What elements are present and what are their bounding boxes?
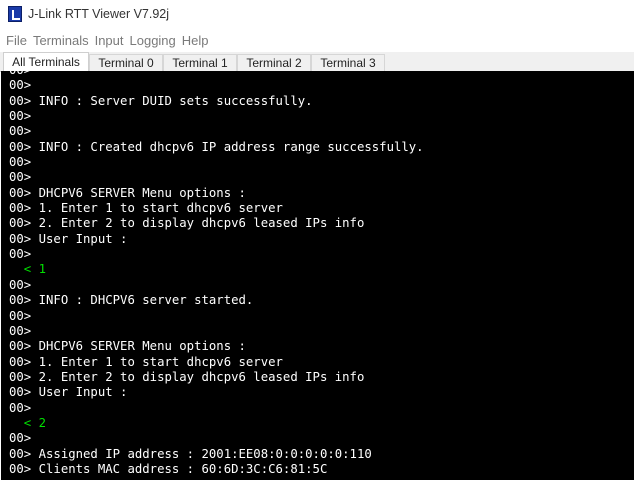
window-title: J-Link RTT Viewer V7.92j (28, 7, 170, 21)
terminal-lines: 00>00>00> INFO : Server DUID sets succes… (9, 71, 424, 477)
menu-terminals[interactable]: Terminals (33, 33, 89, 48)
title-bar: J-Link RTT Viewer V7.92j (0, 0, 634, 28)
terminal-output-line: 00> (9, 308, 32, 323)
terminal-output-line: 00> INFO : Created dhcpv6 IP address ran… (9, 139, 424, 154)
terminal-output-line: 00> 1. Enter 1 to start dhcpv6 server (9, 354, 283, 369)
terminal-output-line: 00> 2. Enter 2 to display dhcpv6 leased … (9, 369, 365, 384)
terminal-output-line: 00> DHCPV6 SERVER Menu options : (9, 185, 246, 200)
terminal-input-line: < 2 (9, 415, 47, 430)
menu-file[interactable]: File (6, 33, 27, 48)
terminal-output-line: 00> (9, 78, 32, 93)
terminal-output-line: 00> (9, 323, 32, 338)
terminal-tab-bar: All Terminals Terminal 0 Terminal 1 Term… (0, 52, 634, 72)
terminal-output-line: 00> (9, 400, 32, 415)
terminal-output-line: 00> User Input : (9, 231, 128, 246)
terminal-output-line: 00> Assigned IP address : 2001:EE08:0:0:… (9, 446, 372, 461)
menu-input[interactable]: Input (95, 33, 124, 48)
terminal-output[interactable]: 00>00>00> INFO : Server DUID sets succes… (1, 71, 634, 480)
terminal-output-line: 00> INFO : DHCPV6 server started. (9, 293, 254, 308)
tab-terminal-2[interactable]: Terminal 2 (237, 54, 311, 71)
menu-bar: File Terminals Input Logging Help (0, 29, 634, 51)
menu-logging[interactable]: Logging (130, 33, 176, 48)
menu-help[interactable]: Help (182, 33, 209, 48)
tab-terminal-3[interactable]: Terminal 3 (311, 54, 385, 71)
jlink-app-icon (8, 6, 22, 22)
terminal-output-line: 00> (9, 124, 32, 139)
terminal-input-line: < 1 (9, 262, 47, 277)
tab-all-terminals[interactable]: All Terminals (3, 52, 89, 72)
terminal-output-line: 00> (9, 431, 32, 446)
terminal-output-line: 00> (9, 109, 32, 124)
terminal-output-line: 00> (9, 170, 32, 185)
tab-terminal-1[interactable]: Terminal 1 (163, 54, 237, 71)
terminal-output-line: 00> (9, 247, 32, 262)
terminal-output-line: 00> Clients MAC address : 60:6D:3C:C6:81… (9, 461, 328, 476)
tab-terminal-0[interactable]: Terminal 0 (89, 54, 163, 71)
terminal-output-line: 00> (9, 71, 424, 78)
terminal-output-line: 00> 1. Enter 1 to start dhcpv6 server (9, 201, 283, 216)
terminal-output-line: 00> 2. Enter 2 to display dhcpv6 leased … (9, 216, 365, 231)
terminal-output-line: 00> INFO : Server DUID sets successfully… (9, 93, 313, 108)
terminal-output-line: 00> (9, 277, 32, 292)
terminal-output-line: 00> User Input : (9, 385, 128, 400)
terminal-output-line: 00> DHCPV6 SERVER Menu options : (9, 339, 246, 354)
terminal-output-line: 00> (9, 155, 32, 170)
